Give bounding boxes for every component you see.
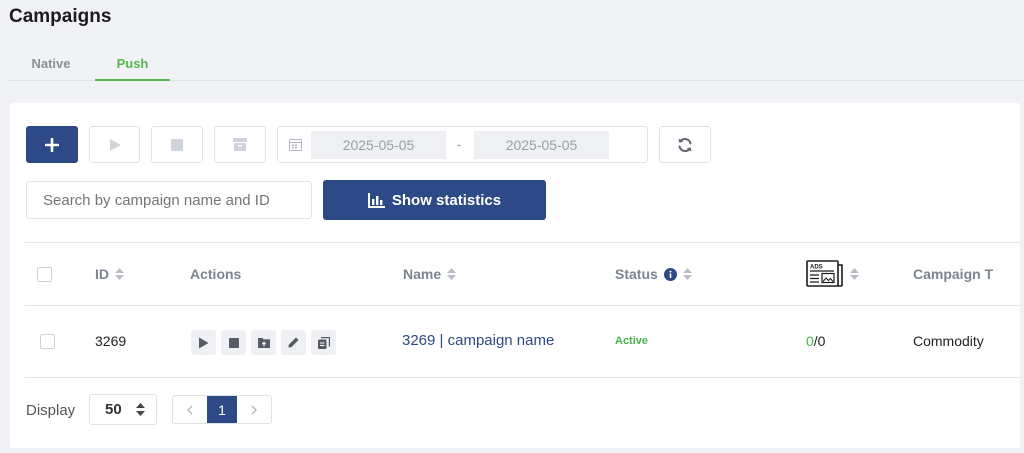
row-copy-button[interactable] [311,330,336,355]
column-header-name[interactable]: Name [403,266,457,282]
calendar-icon [289,139,302,151]
play-icon [199,337,209,348]
column-label: Status [615,266,658,282]
campaign-name-link[interactable]: 3269 | campaign name [402,332,554,349]
archive-button[interactable] [214,126,266,163]
column-header-ads[interactable]: ADS [806,260,859,287]
campaign-type: Commodity [913,333,984,349]
ads-newspaper-icon: ADS [806,260,843,287]
chevron-left-icon [187,405,193,414]
tab-native[interactable]: Native [8,48,94,81]
status-badge: Active [615,335,649,347]
row-stop-button[interactable] [221,330,246,355]
campaigns-card: 2025-05-05 - 2025-05-05 Show statistics … [10,103,1020,448]
column-header-campaign-type: Campaign T [913,266,993,282]
sort-icon [850,267,859,280]
play-icon [109,138,121,151]
add-campaign-button[interactable] [26,126,78,163]
copy-icon [317,336,330,349]
prev-page-button[interactable] [173,396,207,423]
table-divider [25,377,1020,378]
pencil-icon [288,337,299,348]
table-divider [25,242,1020,243]
search-input[interactable] [26,181,312,219]
pagination: 1 [172,395,272,424]
tab-push[interactable]: Push [95,48,170,81]
refresh-icon [678,137,692,152]
ads-total-count: /0 [813,333,826,349]
start-button[interactable] [89,126,140,163]
archive-icon [233,138,247,151]
page-button-1[interactable]: 1 [207,396,237,423]
ads-active-count: 0 [806,333,814,349]
next-page-button[interactable] [237,396,271,423]
page-size-select[interactable]: 50 [89,394,157,425]
stop-icon [171,138,183,151]
row-edit-button[interactable] [281,330,306,355]
sort-icon [447,268,457,280]
column-header-actions: Actions [190,266,241,282]
svg-text:ADS: ADS [810,265,823,271]
sort-icon [115,268,124,280]
chevron-right-icon [251,405,257,414]
select-all-checkbox[interactable] [37,267,52,282]
row-checkbox[interactable] [40,334,55,349]
display-label: Display [26,402,76,419]
page-title: Campaigns [9,6,112,27]
column-label: Name [403,266,442,282]
plus-icon [45,137,59,152]
column-header-status[interactable]: Status [615,266,692,282]
end-date-input[interactable]: 2025-05-05 [474,131,609,159]
info-icon[interactable] [663,267,677,281]
show-statistics-button[interactable]: Show statistics [323,180,546,220]
column-label: ID [95,266,109,282]
select-arrows-icon [135,403,145,416]
start-date-input[interactable]: 2025-05-05 [311,131,446,159]
refresh-button[interactable] [659,126,711,163]
table-divider [25,305,1020,306]
campaign-id: 3269 [95,333,127,349]
date-separator: - [456,136,462,152]
page-size-value: 50 [105,401,122,418]
bar-chart-icon [367,192,385,208]
column-label: Campaign T [913,266,994,282]
row-folder-button[interactable] [251,330,276,355]
stop-button[interactable] [151,126,203,163]
tab-bar: Native Push [8,48,1024,81]
column-label: Actions [190,266,242,282]
ads-count: 0/0 [806,333,825,349]
sort-icon [682,268,692,280]
date-range-picker[interactable]: 2025-05-05 - 2025-05-05 [277,126,648,163]
show-statistics-label: Show statistics [391,191,502,209]
stop-icon [228,337,239,348]
folder-icon [257,338,270,348]
column-header-id[interactable]: ID [95,266,124,282]
row-play-button[interactable] [191,330,216,355]
